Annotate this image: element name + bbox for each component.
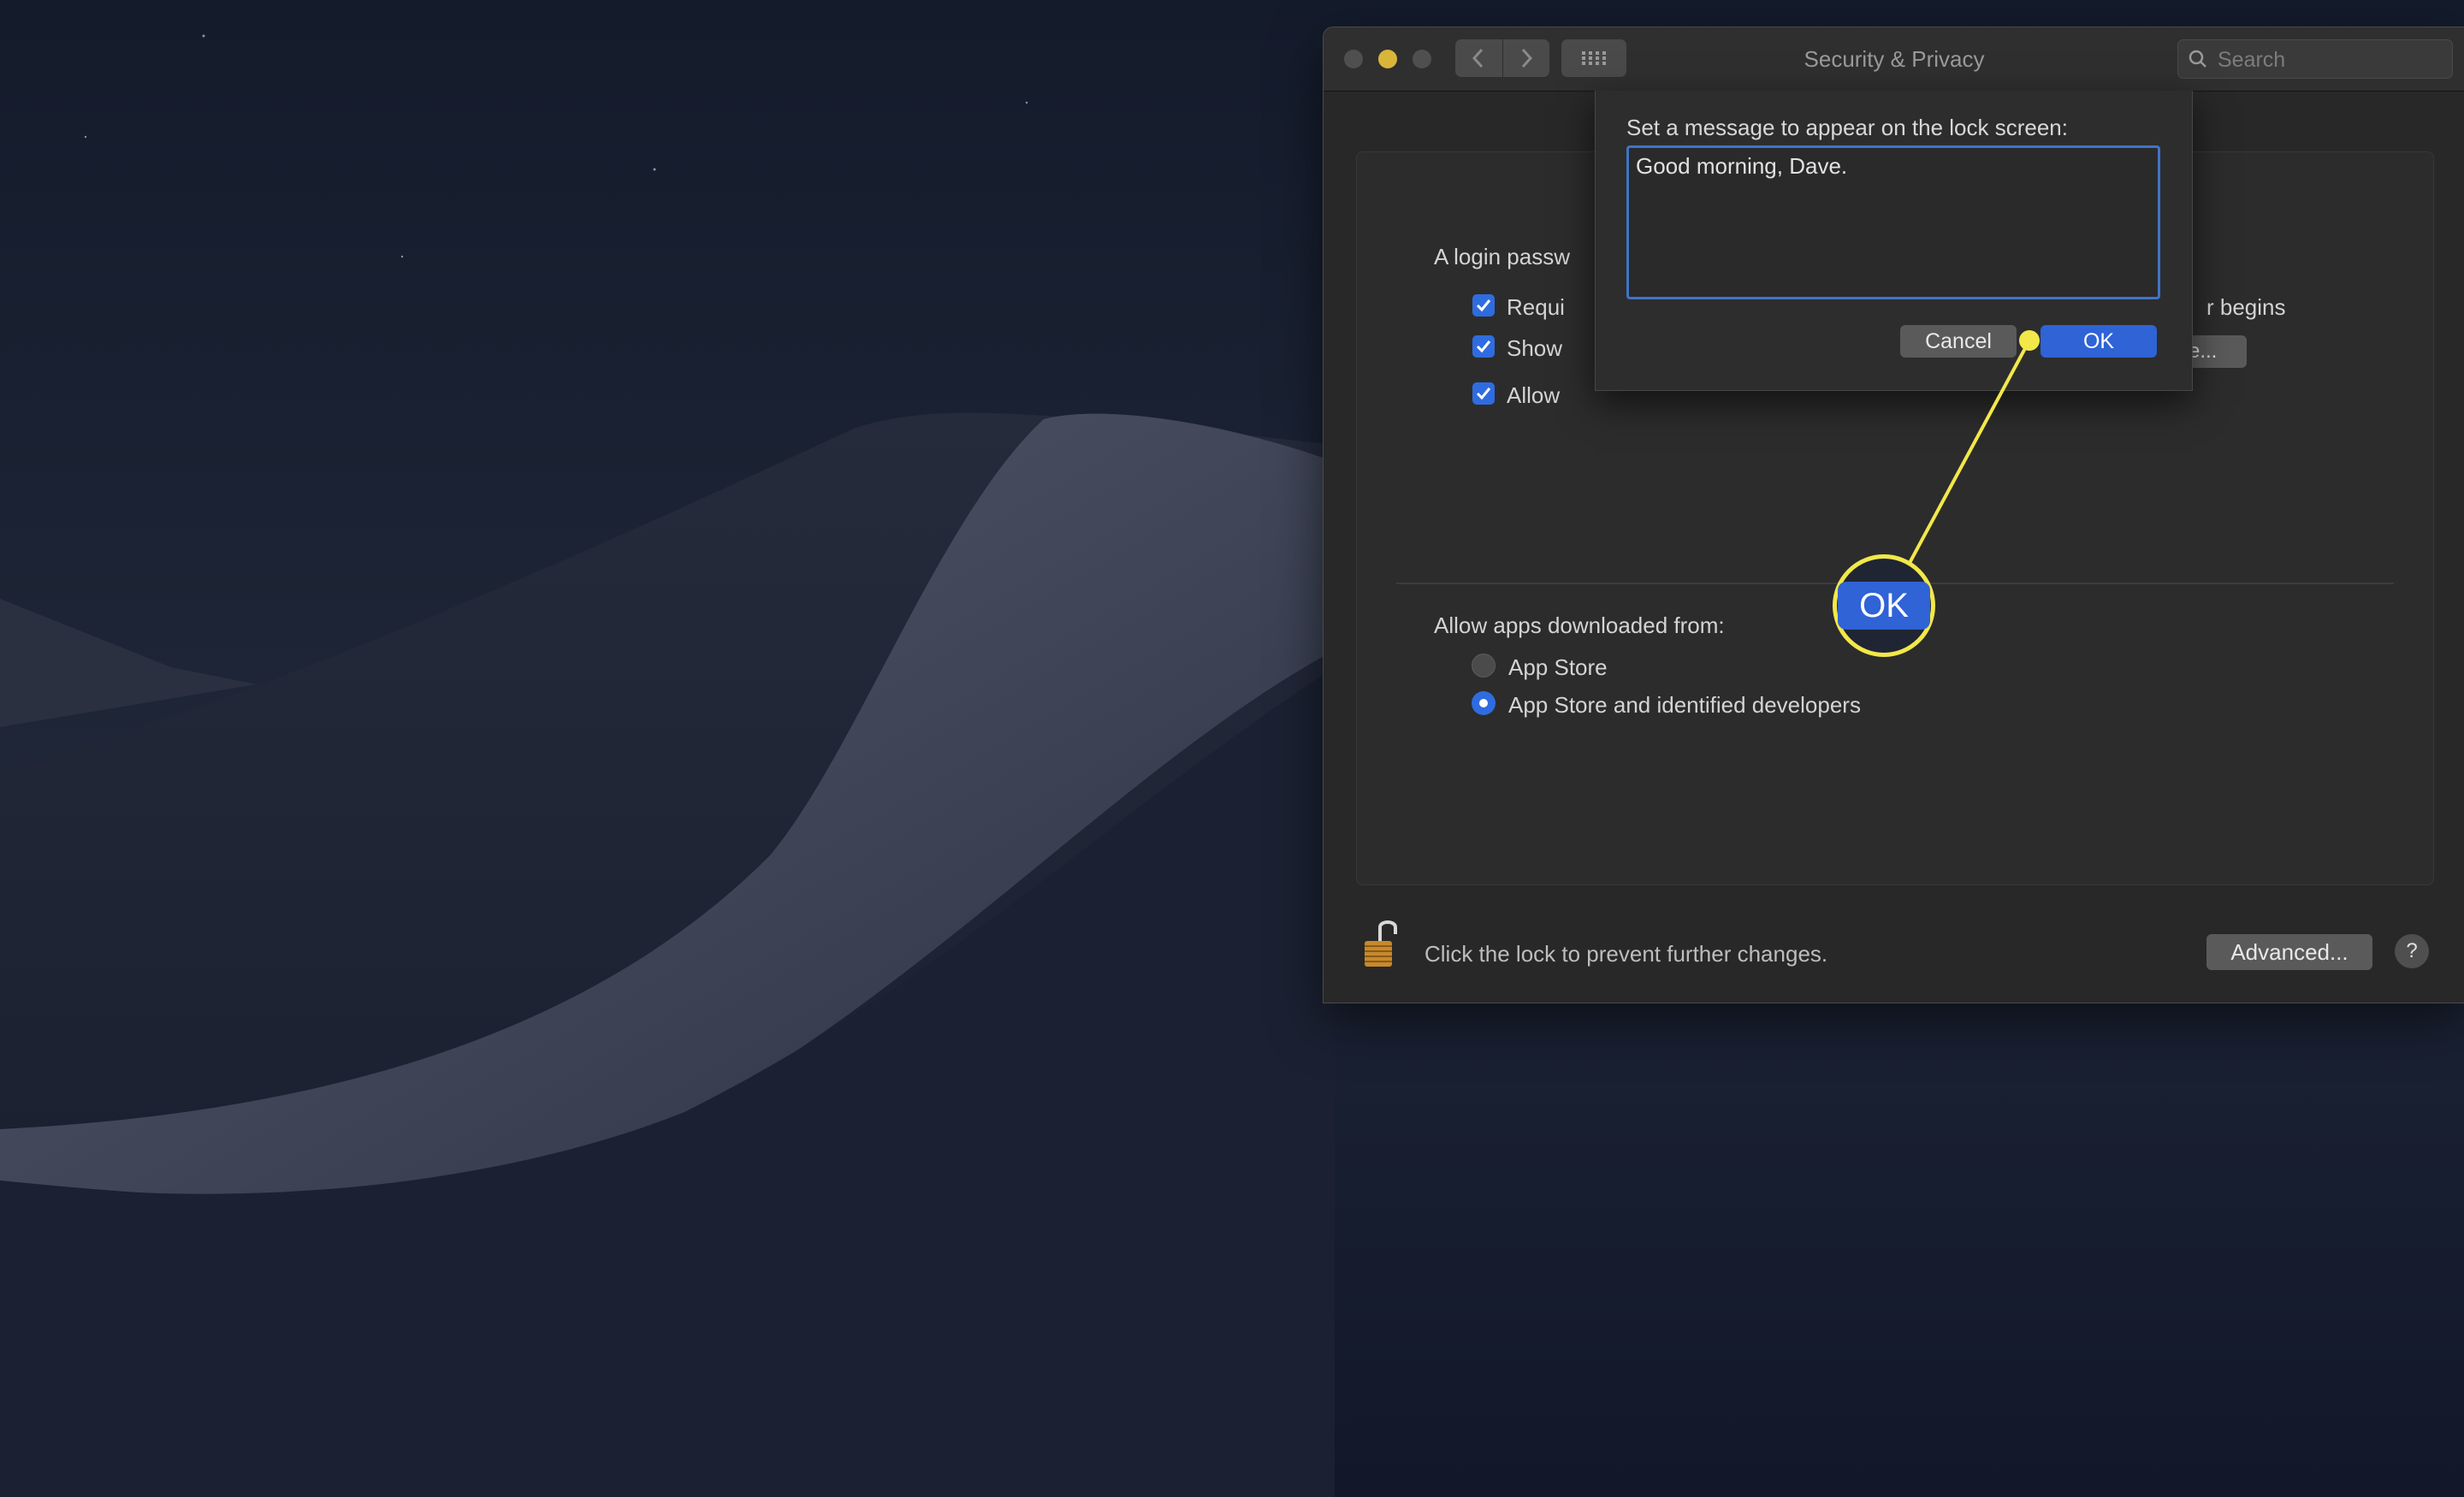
require-password-label: Requi (1507, 294, 1565, 320)
lock-message-textarea[interactable]: Good morning, Dave. (1626, 145, 2160, 299)
app-store-identified-radio[interactable] (1472, 691, 1496, 715)
app-store-identified-label: App Store and identified developers (1508, 692, 1861, 718)
dialog-prompt: Set a message to appear on the lock scre… (1626, 115, 2068, 140)
lock-icon[interactable] (1361, 915, 1402, 970)
help-button[interactable]: ? (2395, 934, 2429, 968)
show-message-label: Show (1507, 335, 1563, 361)
ok-zoom-callout: OK (1833, 554, 1935, 657)
checkmark-icon (1476, 299, 1491, 312)
title-bar: Security & Privacy (1324, 27, 2464, 92)
allow-apps-label: Allow apps downloaded from: (1434, 612, 1725, 638)
search-icon (2189, 50, 2206, 68)
search-field[interactable] (2177, 39, 2453, 80)
checkmark-icon (1476, 388, 1491, 400)
ok-button[interactable]: OK (2040, 325, 2157, 358)
allow-watch-label: Allow (1507, 382, 1561, 408)
app-store-radio[interactable] (1472, 654, 1496, 677)
checkmark-icon (1476, 340, 1491, 353)
login-password-text: A login passw (1434, 244, 1570, 269)
allow-watch-checkbox[interactable] (1472, 382, 1495, 405)
lock-message-dialog: Set a message to appear on the lock scre… (1595, 91, 2193, 391)
require-password-checkbox[interactable] (1472, 294, 1495, 317)
app-store-label: App Store (1508, 654, 1608, 680)
cancel-button[interactable]: Cancel (1900, 325, 2017, 358)
callout-ok-label: OK (1838, 582, 1930, 630)
advanced-button[interactable]: Advanced... (2206, 934, 2372, 970)
lock-status-text: Click the lock to prevent further change… (1424, 941, 1828, 967)
require-password-suffix: r begins (2206, 294, 2286, 320)
search-input[interactable] (2216, 40, 2442, 80)
show-message-checkbox[interactable] (1472, 335, 1495, 358)
